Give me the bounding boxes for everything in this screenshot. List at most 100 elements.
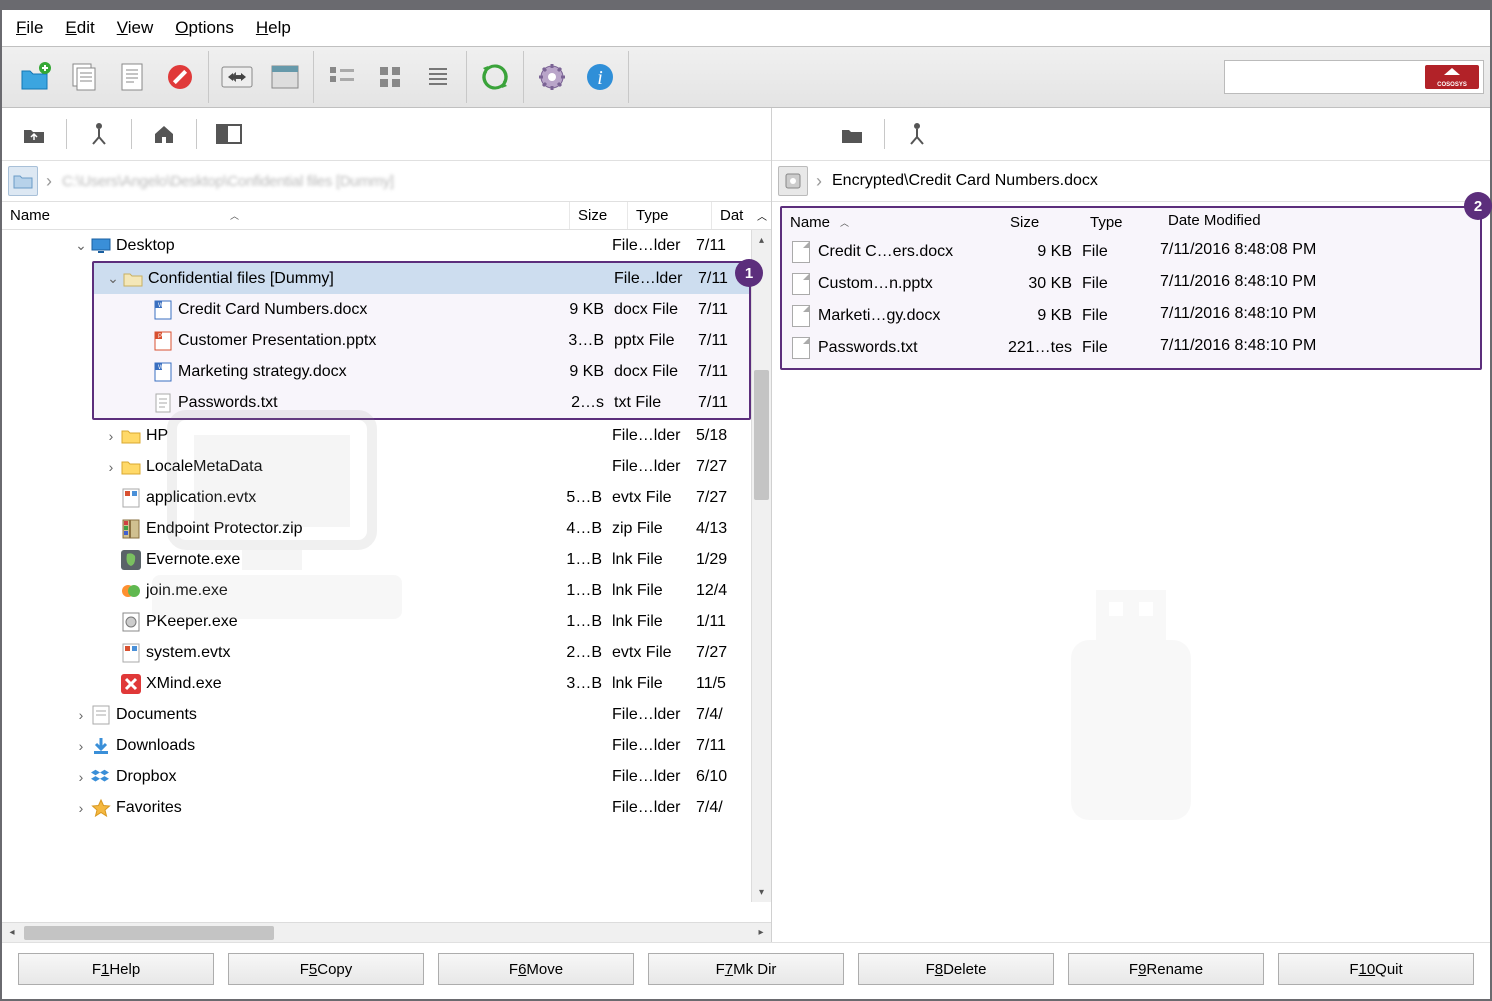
horizontal-scrollbar[interactable]: ◂ ▸ xyxy=(2,922,771,942)
new-folder-icon[interactable] xyxy=(14,55,58,99)
tree-row[interactable]: Passwords.txt2…stxt File7/11 xyxy=(94,387,749,418)
right-column-headers[interactable]: Name︿ Size Type xyxy=(782,208,1480,236)
file-type-icon xyxy=(90,767,112,787)
expand-icon[interactable]: ⌄ xyxy=(72,237,90,254)
file-name: Passwords.txt xyxy=(178,394,278,412)
list-item[interactable]: Custom…n.pptx30 KBFile xyxy=(782,268,1480,300)
file-date: 7/27 xyxy=(692,458,736,476)
up-folder-icon[interactable] xyxy=(836,119,868,149)
menu-help[interactable]: Help xyxy=(256,18,291,38)
tree-row[interactable]: ›FavoritesFile…lder7/4/ xyxy=(2,792,771,823)
header-date-modified[interactable]: Date Modified xyxy=(1160,206,1269,234)
breadcrumb-path: Encrypted\Credit Card Numbers.docx xyxy=(828,172,1102,190)
file-type: lnk File xyxy=(608,675,692,693)
tree-row[interactable]: WCredit Card Numbers.docx9 KBdocx File7/… xyxy=(94,294,749,325)
split-view-icon[interactable] xyxy=(213,119,245,149)
file-type-icon xyxy=(90,236,112,256)
header-date[interactable]: Dat︿ xyxy=(712,202,771,229)
tree-row[interactable]: join.me.exe1…Blnk File12/4 xyxy=(2,575,771,606)
file-type: lnk File xyxy=(608,551,692,569)
file-type: File…lder xyxy=(608,737,692,755)
list-item[interactable]: Passwords.txt221…tesFile xyxy=(782,332,1480,364)
home-icon[interactable] xyxy=(148,119,180,149)
fn-help-button[interactable]: F1 Help xyxy=(18,953,214,985)
expand-icon[interactable]: › xyxy=(72,800,90,816)
file-type-icon: W xyxy=(152,362,174,382)
expand-icon[interactable]: ⌄ xyxy=(104,270,122,287)
expand-icon[interactable]: › xyxy=(72,738,90,754)
panel-view-icon[interactable] xyxy=(263,55,307,99)
grid-view-icon[interactable] xyxy=(368,55,412,99)
tree-row[interactable]: ›HPFile…lder5/18 xyxy=(2,420,771,451)
left-breadcrumb[interactable]: › C:\Users\Angelo\Desktop\Confidential f… xyxy=(2,160,771,202)
root-icon[interactable] xyxy=(83,119,115,149)
list-item[interactable]: Credit C…ers.docx9 KBFile xyxy=(782,236,1480,268)
info-icon[interactable]: i xyxy=(578,55,622,99)
cancel-icon[interactable] xyxy=(158,55,202,99)
file-size: 1…B xyxy=(550,582,608,600)
tree-row[interactable]: ›DropboxFile…lder6/10 xyxy=(2,761,771,792)
file-date: 7/4/ xyxy=(692,706,736,724)
tree-row[interactable]: ›DocumentsFile…lder7/4/ xyxy=(2,699,771,730)
file-name: join.me.exe xyxy=(146,582,228,600)
fn-move-button[interactable]: F6 Move xyxy=(438,953,634,985)
file-type: File…lder xyxy=(608,458,692,476)
file-icon xyxy=(792,337,810,359)
root-icon[interactable] xyxy=(901,119,933,149)
file-type-icon xyxy=(120,674,142,694)
file-type-icon xyxy=(152,393,174,413)
file-type-icon: W xyxy=(152,300,174,320)
list-item[interactable]: Marketi…gy.docx9 KBFile xyxy=(782,300,1480,332)
expand-icon[interactable]: › xyxy=(72,769,90,785)
search-input[interactable]: COSOSYS xyxy=(1224,60,1484,94)
file-date: 7/11 xyxy=(694,270,738,288)
disk-icon xyxy=(778,166,808,196)
swap-panes-icon[interactable] xyxy=(215,55,259,99)
header-type[interactable]: Type xyxy=(628,202,712,229)
file-name: system.evtx xyxy=(146,644,230,662)
callout-1: 1 xyxy=(735,259,763,287)
fn-copy-button[interactable]: F5 Copy xyxy=(228,953,424,985)
menu-file[interactable]: File xyxy=(16,18,43,38)
menu-view[interactable]: View xyxy=(117,18,154,38)
file-name: application.evtx xyxy=(146,489,256,507)
tree-row[interactable]: WMarketing strategy.docx9 KBdocx File7/1… xyxy=(94,356,749,387)
expand-icon[interactable]: › xyxy=(72,707,90,723)
refresh-icon[interactable] xyxy=(473,55,517,99)
fn-delete-button[interactable]: F8 Delete xyxy=(858,953,1054,985)
vertical-scrollbar[interactable]: ▴ ▾ xyxy=(751,230,771,902)
tree-view-icon[interactable] xyxy=(320,55,364,99)
folder-icon xyxy=(8,166,38,196)
documents-icon[interactable] xyxy=(62,55,106,99)
fn-mkdir-button[interactable]: F7 Mk Dir xyxy=(648,953,844,985)
file-name: Favorites xyxy=(116,799,182,817)
document-icon[interactable] xyxy=(110,55,154,99)
expand-icon[interactable]: › xyxy=(102,428,120,444)
fn-quit-button[interactable]: F10 Quit xyxy=(1278,953,1474,985)
list-view-icon[interactable] xyxy=(416,55,460,99)
left-column-headers[interactable]: Name︿ Size Type Dat︿ xyxy=(2,202,771,230)
tree-row[interactable]: XMind.exe3…Blnk File11/5 xyxy=(2,668,771,699)
fn-rename-button[interactable]: F9 Rename xyxy=(1068,953,1264,985)
header-size[interactable]: Size xyxy=(570,202,628,229)
tree-row[interactable]: ›LocaleMetaDataFile…lder7/27 xyxy=(2,451,771,482)
right-breadcrumb[interactable]: › Encrypted\Credit Card Numbers.docx xyxy=(772,160,1490,202)
tree-row[interactable]: PKeeper.exe1…Blnk File1/11 xyxy=(2,606,771,637)
menu-edit[interactable]: Edit xyxy=(65,18,94,38)
header-name[interactable]: Name︿ xyxy=(2,202,570,229)
up-folder-icon[interactable] xyxy=(18,119,50,149)
menubar: File Edit View Options Help xyxy=(2,10,1490,46)
tree-row[interactable]: ›DownloadsFile…lder7/11 xyxy=(2,730,771,761)
tree-row[interactable]: Endpoint Protector.zip4…Bzip File4/13 xyxy=(2,513,771,544)
tree-row[interactable]: ⌄Confidential files [Dummy]File…lder7/11 xyxy=(94,263,749,294)
tree-row[interactable]: Evernote.exe1…Blnk File1/29 xyxy=(2,544,771,575)
tree-row[interactable]: system.evtx2…Bevtx File7/27 xyxy=(2,637,771,668)
file-type: docx File xyxy=(610,363,694,381)
tree-row[interactable]: PCustomer Presentation.pptx3…Bpptx File7… xyxy=(94,325,749,356)
file-type-icon xyxy=(120,457,142,477)
tree-row[interactable]: application.evtx5…Bevtx File7/27 xyxy=(2,482,771,513)
menu-options[interactable]: Options xyxy=(175,18,234,38)
tree-row[interactable]: ⌄DesktopFile…lder7/11 xyxy=(2,230,771,261)
expand-icon[interactable]: › xyxy=(102,459,120,475)
settings-icon[interactable] xyxy=(530,55,574,99)
